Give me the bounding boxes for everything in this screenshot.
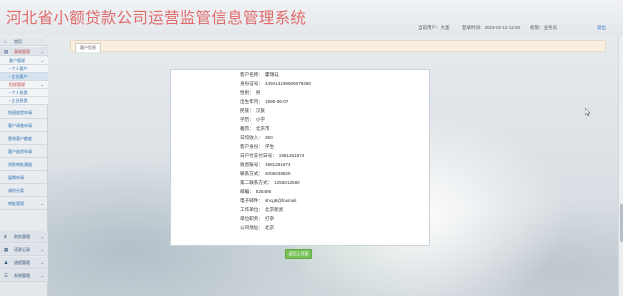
sidebar-link-loan-approval[interactable]: 贷款审批通道 [0, 158, 48, 171]
sidebar-link-approval-mgmt[interactable]: 审批管理 ⌄ [0, 197, 48, 210]
sidebar-item-personal-customer[interactable]: › 个人客户 [0, 65, 48, 73]
detail-row: 性别：男 [240, 90, 261, 95]
sidebar-subgroup-customers[interactable]: 客户管理 ⌄ [0, 57, 48, 65]
chevron-down-icon: ⌄ [40, 234, 44, 239]
page-scrollbar[interactable] [618, 36, 623, 296]
sidebar-group-basic[interactable]: ▤ 基础管理 ⌄ [0, 47, 48, 56]
sidebar-group-system[interactable]: ☰ 系统管理 ⌄ [0, 270, 48, 282]
sidebar-item-personal-guarantee[interactable]: › 个人担保 [0, 89, 48, 97]
detail-row: 客户身份： 学生 [240, 144, 275, 149]
detail-row: 联系方式： 4008238825 [240, 171, 291, 176]
chevron-down-icon: ⌄ [40, 201, 44, 206]
user-role: 权限：业务员 [530, 25, 557, 30]
mouse-cursor-icon [585, 108, 591, 116]
tab-bar: 客户信息 [70, 40, 606, 52]
sidebar-link-extension[interactable]: 展期申请 [0, 171, 48, 184]
detail-row: 出生年月： 1995-06-07 [240, 99, 289, 104]
grid-icon: ▦ [4, 247, 9, 252]
detail-row: 日均收入： 250 [240, 135, 273, 140]
tab-customer-info[interactable]: 客户信息 [75, 43, 101, 52]
sidebar-item-enterprise-customer[interactable]: › 企业客户 [0, 73, 48, 81]
home-icon: ⌂ [4, 39, 7, 44]
customer-detail-panel: 客户名称： 霍瑞珏 身份证号： 449413199606079460 性别：男 出生… [170, 69, 430, 246]
site-title: 河北省小额贷款公司运营监管信息管理系统 [6, 10, 307, 27]
sidebar-item-home[interactable]: ⌂ 首页 [0, 37, 48, 46]
sidebar-subgroup-guarantee[interactable]: 担保管理 ⌄ [0, 81, 48, 89]
detail-row: 电子邮件： shcg8@foxmail [240, 198, 297, 203]
dollar-icon: $ [4, 234, 7, 239]
app-header: 河北省小额贷款公司运营监管信息管理系统 当前用户：大圣 登录时间：2019-02… [0, 0, 623, 36]
sidebar-item-enterprise-guarantee[interactable]: › 企业担保 [0, 97, 48, 105]
sidebar-link-customer-survey[interactable]: 客户调查申请 [0, 119, 48, 132]
detail-row: 第二联系方式： 1256012580 [240, 180, 300, 185]
detail-row: 单位职务： 打杂 [240, 216, 275, 221]
chevron-down-icon: ⌄ [40, 260, 44, 265]
detail-row: 民族： 汉族 [240, 108, 265, 113]
logout-link[interactable]: 退出 [597, 25, 606, 31]
detail-row: 工作单位： 北京新武 [240, 207, 284, 212]
detail-row: 籍贯： 北京市 [240, 126, 270, 131]
back-button[interactable]: 返回上页面 [285, 249, 312, 259]
detail-row: 日户付支付日号： 1981261874 [240, 153, 305, 158]
document-icon: ▤ [4, 49, 9, 54]
chevron-down-icon: ⌄ [40, 247, 44, 252]
user-icon: ♟ [4, 260, 9, 265]
chevron-down-icon: ⌄ [40, 58, 44, 63]
detail-row: 收息账号： 1981261874 [240, 162, 291, 167]
chevron-down-icon: ⌄ [40, 49, 44, 54]
chevron-down-icon: ⌄ [40, 273, 44, 278]
detail-row: 学历： 小学 [240, 117, 265, 122]
sidebar-group-process[interactable]: ♟ 流程管理 ⌄ [0, 257, 48, 269]
chevron-down-icon: ⌄ [40, 82, 44, 87]
sidebar-link-classification[interactable]: 调阶分类 [0, 184, 48, 197]
sidebar-group-repayment[interactable]: ▦ 还款记录 ⌄ [0, 244, 48, 256]
sidebar: ⌂ 首页 ▤ 基础管理 ⌄ 客户管理 ⌄ › 个人客户 › 企业客户 担保管理 … [0, 36, 48, 296]
sidebar-group-finance[interactable]: $ 财务管理 ⌄ [0, 231, 48, 243]
detail-row: 身份证号： 449413199606079460 [240, 81, 311, 86]
detail-row: 客户名称： 霍瑞珏 [240, 72, 279, 77]
detail-row: 公司地址： 北京 [240, 225, 275, 230]
login-time: 登录时间：2019-02-12 13:30 [462, 25, 521, 30]
current-user: 当前用户：大圣 [418, 25, 450, 30]
sidebar-link-quick-loan[interactable]: 快速放贷申请 [0, 106, 48, 119]
settings-icon: ☰ [4, 273, 9, 278]
sidebar-link-change-limit[interactable]: 更改客户额度 [0, 132, 48, 145]
sidebar-link-loan-apply[interactable]: 客户放贷申请 [0, 145, 48, 158]
detail-row: 邮编： 525496 [240, 189, 272, 194]
